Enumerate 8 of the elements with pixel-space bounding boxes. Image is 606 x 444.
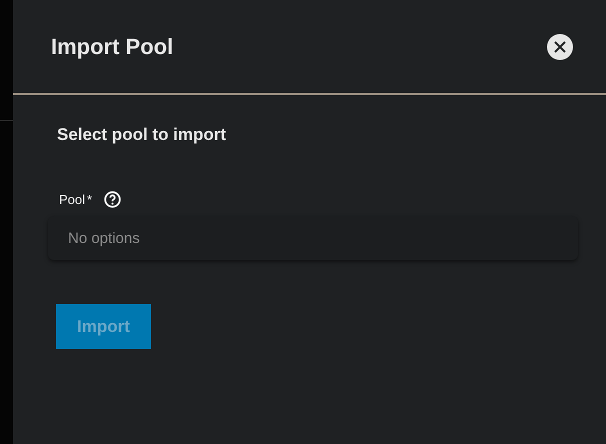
help-icon[interactable] xyxy=(104,190,122,208)
required-mark: * xyxy=(87,190,92,208)
dialog-title: Import Pool xyxy=(51,33,174,61)
close-icon xyxy=(554,40,566,52)
pool-select-field[interactable]: No options xyxy=(48,216,578,260)
section-heading: Select pool to import xyxy=(57,124,228,146)
close-button[interactable] xyxy=(547,34,573,60)
field-label: Pool xyxy=(59,190,86,208)
